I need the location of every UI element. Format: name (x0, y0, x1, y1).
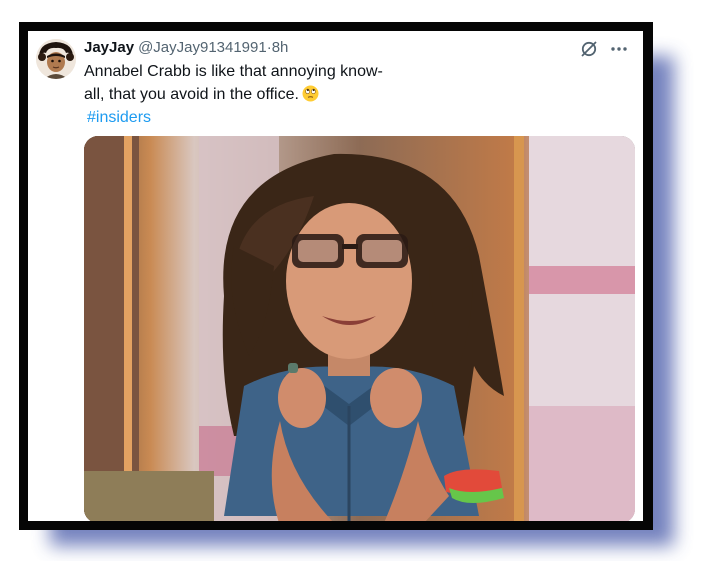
tweet-text-line-2-wrap: all, that you avoid in the office. (84, 83, 424, 106)
hashtag-link[interactable]: #insiders (84, 106, 424, 129)
tweet-header: JayJay @JayJay91341991·8h (84, 38, 288, 58)
tweet-text-line-2: all, that you avoid in the office. (84, 86, 299, 103)
user-handle[interactable]: @JayJay91341991 (138, 39, 267, 56)
tweet-text-line-1: Annabel Crabb is like that annoying know… (84, 63, 383, 80)
grok-icon[interactable] (579, 39, 599, 59)
avatar-image (36, 39, 76, 79)
tweet-actions (579, 39, 629, 59)
timestamp[interactable]: 8h (272, 39, 289, 56)
tweet-media-image[interactable] (84, 136, 635, 521)
tweet-card: JayJay @JayJay91341991·8h Annabel Crabb i… (28, 31, 643, 521)
tweet-text: Annabel Crabb is like that annoying know… (84, 60, 424, 129)
avatar[interactable] (36, 39, 76, 79)
rolling-eyes-emoji-icon (302, 85, 319, 102)
woman-gesturing-photo (84, 136, 635, 521)
more-options-icon[interactable] (609, 39, 629, 59)
display-name[interactable]: JayJay (84, 39, 134, 56)
